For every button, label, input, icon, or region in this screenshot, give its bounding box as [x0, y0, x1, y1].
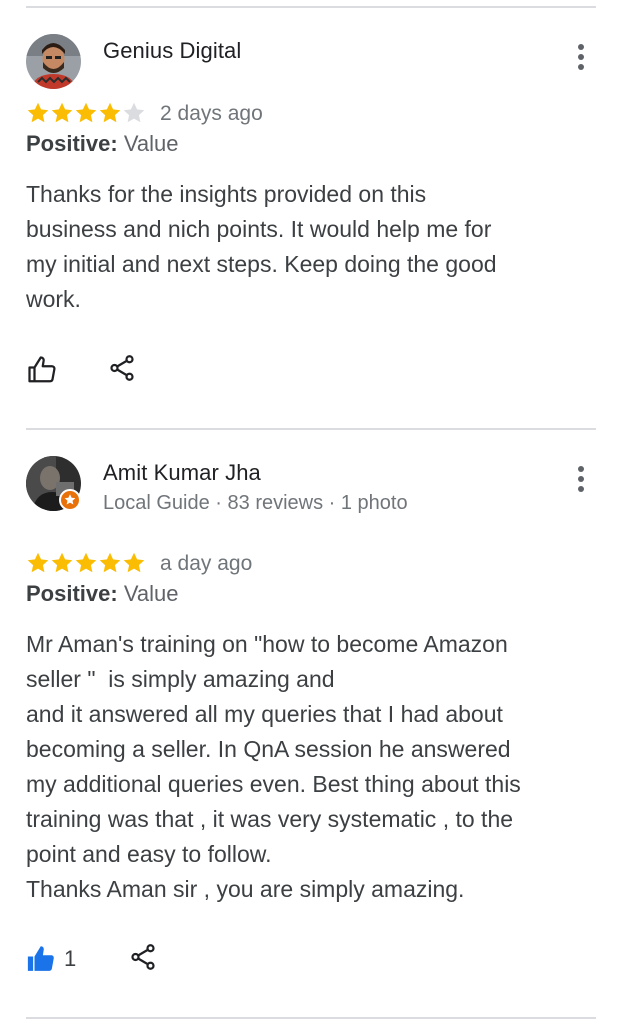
more-vert-icon — [578, 466, 584, 472]
share-icon — [131, 944, 155, 970]
star-filled-icon — [123, 552, 145, 573]
star-empty-icon — [123, 102, 145, 123]
positive-attribute: Positive: Value — [26, 131, 178, 157]
more-options-button[interactable] — [569, 464, 593, 494]
share-button[interactable] — [128, 942, 158, 972]
review-text: Mr Aman's training on "how to become Ama… — [26, 631, 521, 902]
local-guide-badge-icon — [59, 489, 81, 511]
reviewer-meta[interactable]: Local Guide · 83 reviews · 1 photo — [103, 492, 408, 515]
star-filled-icon — [27, 552, 49, 573]
star-filled-icon — [27, 102, 49, 123]
positive-value: Value — [123, 131, 179, 156]
review-date: 2 days ago — [160, 102, 263, 125]
star-rating — [26, 101, 146, 125]
top-divider — [26, 6, 596, 8]
star-rating — [26, 551, 146, 575]
more-vert-icon — [578, 44, 584, 50]
like-button[interactable] — [27, 355, 65, 385]
positive-label: Positive: — [26, 581, 118, 606]
share-icon — [110, 355, 134, 381]
star-filled-icon — [51, 102, 73, 123]
review-date: a day ago — [160, 552, 253, 575]
star-filled-icon — [51, 552, 73, 573]
more-vert-icon-dot — [578, 476, 584, 482]
more-vert-icon-dot — [578, 54, 584, 60]
reviewer-name[interactable]: Genius Digital — [103, 38, 241, 64]
reviewer-name[interactable]: Amit Kumar Jha — [103, 460, 261, 486]
review-text: Thanks for the insights provided on this… — [26, 181, 497, 312]
star-filled-icon — [99, 102, 121, 123]
more-vert-icon-dot — [578, 486, 584, 492]
avatar[interactable] — [26, 456, 81, 511]
star-filled-icon — [99, 552, 121, 573]
review-divider — [26, 428, 596, 430]
share-button[interactable] — [107, 353, 137, 383]
like-button[interactable]: 1 — [26, 944, 76, 974]
positive-attribute: Positive: Value — [26, 581, 178, 607]
positive-label: Positive: — [26, 131, 118, 156]
avatar[interactable] — [26, 34, 81, 89]
thumbs-up-icon — [27, 946, 54, 971]
bottom-divider — [26, 1017, 596, 1019]
positive-value: Value — [123, 581, 179, 606]
more-vert-icon-dot — [578, 64, 584, 70]
star-filled-icon — [75, 102, 97, 123]
thumbs-up-icon — [28, 356, 56, 383]
more-options-button[interactable] — [569, 42, 593, 72]
like-count: 1 — [64, 946, 77, 971]
star-filled-icon — [75, 552, 97, 573]
